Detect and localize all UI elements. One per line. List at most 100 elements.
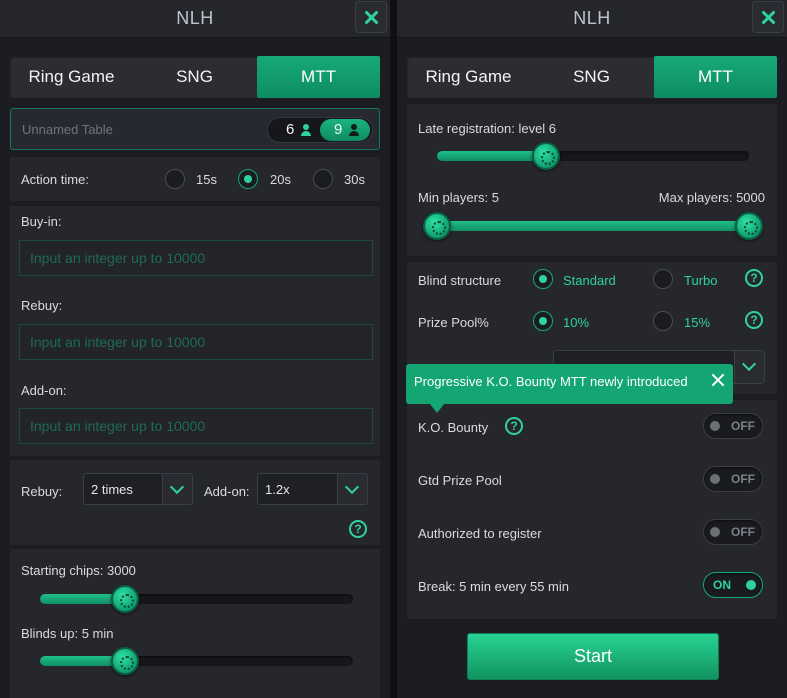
players-range-slider[interactable]	[423, 212, 763, 240]
prize-pool-radio-15[interactable]	[653, 311, 673, 331]
break-label: Break: 5 min every 55 min	[418, 579, 570, 594]
tab-ring-game[interactable]: Ring Game	[407, 56, 530, 98]
switch-knob	[710, 474, 720, 484]
seat-option-6-label: 6	[286, 121, 295, 138]
ko-bounty-switch[interactable]: OFF	[703, 413, 763, 439]
buy-in-section: Buy-in: Rebuy: Add-on:	[10, 206, 380, 456]
add-on-input[interactable]	[19, 408, 373, 444]
gtd-prize-pool-label: Gtd Prize Pool	[418, 473, 502, 488]
rebuy-label: Rebuy:	[21, 298, 63, 313]
table-name-row: Unnamed Table 6 9	[10, 108, 380, 150]
prize-pool-label: Prize Pool%	[418, 315, 489, 330]
late-registration-label: Late registration: level 6	[418, 121, 557, 136]
switch-knob	[710, 527, 720, 537]
prize-pool-15-label: 15%	[684, 315, 711, 330]
blind-structure-label: Blind structure	[418, 273, 502, 288]
starting-chips-label: Starting chips: 3000	[21, 563, 136, 578]
right-close-button[interactable]	[752, 1, 784, 33]
toggles-section: K.O. Bounty ? OFF Gtd Prize Pool OFF Aut…	[407, 400, 777, 619]
table-name-input[interactable]: Unnamed Table	[22, 122, 113, 137]
right-title: NLH	[573, 8, 611, 28]
gtd-prize-pool-switch[interactable]: OFF	[703, 466, 763, 492]
buy-in-input[interactable]	[19, 240, 373, 276]
blind-structure-radio-standard[interactable]	[533, 269, 553, 289]
gtd-prize-pool-state: OFF	[731, 472, 755, 486]
late-registration-slider-fill	[437, 151, 547, 161]
right-game-type-tabs: Ring Game SNG MTT	[407, 56, 777, 98]
left-game-type-tabs: Ring Game SNG MTT	[10, 56, 380, 98]
tab-ring-game[interactable]: Ring Game	[10, 56, 133, 98]
seat-count-toggle: 6 9	[267, 117, 373, 143]
panel-divider	[390, 0, 397, 698]
action-time-radio-15s[interactable]	[165, 169, 185, 189]
min-players-label: Min players: 5	[418, 190, 499, 205]
help-icon[interactable]: ?	[349, 520, 367, 538]
chevron-down-icon	[344, 479, 360, 495]
action-time-label: Action time:	[21, 172, 89, 187]
max-players-slider-thumb[interactable]	[735, 212, 763, 240]
tab-mtt[interactable]: MTT	[654, 56, 777, 98]
action-time-30s-label: 30s	[344, 172, 365, 187]
help-icon[interactable]: ?	[745, 269, 763, 287]
help-icon[interactable]: ?	[505, 417, 523, 435]
tooltip-text: Progressive K.O. Bounty MTT newly introd…	[414, 374, 688, 389]
help-icon[interactable]: ?	[745, 311, 763, 329]
switch-knob	[710, 421, 720, 431]
chips-blinds-section: Starting chips: 3000 Blinds up: 5 min	[10, 549, 380, 698]
seat-option-9-label: 9	[334, 121, 343, 138]
action-time-15s-label: 15s	[196, 172, 217, 187]
blinds-up-slider[interactable]	[40, 647, 353, 675]
tab-mtt[interactable]: MTT	[257, 56, 380, 98]
break-switch[interactable]: ON	[703, 572, 763, 598]
tab-sng[interactable]: SNG	[530, 56, 653, 98]
authorized-register-label: Authorized to register	[418, 526, 542, 541]
left-title-bar: NLH	[0, 0, 390, 38]
break-state: ON	[713, 578, 731, 592]
starting-chips-slider[interactable]	[40, 585, 353, 613]
chevron-down-icon	[741, 356, 757, 372]
start-button[interactable]: Start	[467, 633, 719, 680]
add-on-multiplier-value: 1.2x	[265, 482, 290, 497]
left-close-button[interactable]	[355, 1, 387, 33]
add-on-dropdown-button	[337, 474, 367, 504]
tab-sng[interactable]: SNG	[133, 56, 256, 98]
rebuy-input[interactable]	[19, 324, 373, 360]
add-on-multiplier-select[interactable]: 1.2x	[257, 473, 368, 505]
min-players-slider-thumb[interactable]	[423, 212, 451, 240]
right-settings-panel: NLH Ring Game SNG MTT Late registration:…	[397, 0, 787, 698]
buy-in-label: Buy-in:	[21, 214, 62, 229]
prize-pool-10-label: 10%	[563, 315, 590, 330]
late-registration-slider[interactable]	[437, 142, 749, 170]
chevron-down-icon	[169, 479, 185, 495]
authorized-register-state: OFF	[731, 525, 755, 539]
left-settings-panel: NLH Ring Game SNG MTT Unnamed Table 6 9 …	[0, 0, 390, 698]
blind-structure-radio-turbo[interactable]	[653, 269, 673, 289]
action-time-20s-label: 20s	[270, 172, 291, 187]
person-icon	[300, 124, 312, 136]
prize-pool-radio-10[interactable]	[533, 311, 553, 331]
close-icon[interactable]	[710, 372, 726, 388]
seat-option-9[interactable]: 9	[320, 119, 370, 141]
authorized-register-switch[interactable]: OFF	[703, 519, 763, 545]
blind-structure-standard-label: Standard	[563, 273, 616, 288]
action-time-radio-20s[interactable]	[238, 169, 258, 189]
switch-knob	[746, 580, 756, 590]
action-time-section: Action time: 15s 20s 30s	[10, 157, 380, 201]
registration-players-section: Late registration: level 6 Min players: …	[407, 104, 777, 256]
rebuy-addon-section: Rebuy: 2 times Add-on: 1.2x ?	[10, 460, 380, 545]
players-range-slider-fill	[437, 221, 749, 231]
seat-option-6[interactable]: 6	[272, 119, 322, 141]
blinds-up-label: Blinds up: 5 min	[21, 626, 114, 641]
left-title: NLH	[176, 8, 214, 28]
blinds-up-slider-thumb[interactable]	[110, 647, 139, 675]
ko-bounty-state: OFF	[731, 419, 755, 433]
person-icon	[348, 124, 360, 136]
starting-chips-slider-thumb[interactable]	[110, 585, 139, 613]
rebuy-count-select[interactable]: 2 times	[83, 473, 193, 505]
rebuy-count-label: Rebuy:	[21, 484, 63, 499]
ko-bounty-tooltip: Progressive K.O. Bounty MTT newly introd…	[406, 364, 733, 413]
blind-structure-turbo-label: Turbo	[684, 273, 718, 288]
max-players-label: Max players: 5000	[658, 190, 765, 205]
late-registration-slider-thumb[interactable]	[532, 142, 561, 170]
action-time-radio-30s[interactable]	[313, 169, 333, 189]
